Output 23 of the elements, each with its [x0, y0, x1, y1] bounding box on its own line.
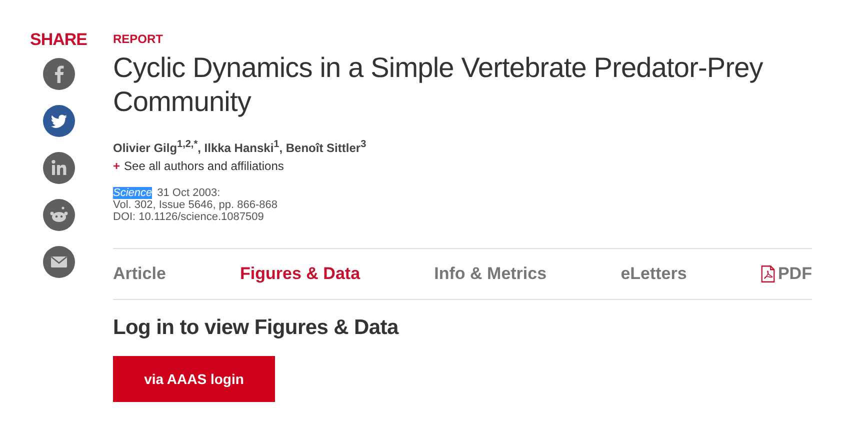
bird-icon[interactable] — [42, 105, 74, 137]
login-button[interactable]: via AAAS login — [113, 356, 275, 402]
login-heading: Log in to view Figures & Data — [113, 316, 398, 340]
publication-date: 31 Oct 2003: — [157, 187, 220, 199]
in-icon[interactable] — [42, 152, 74, 184]
journal-name: Science — [113, 187, 152, 199]
tab[interactable]: eLetters — [620, 264, 687, 284]
doi-text: DOI: 10.1126/science.1087509 — [113, 211, 265, 223]
tab[interactable]: Article — [113, 264, 166, 284]
tab[interactable]: Figures & Data — [240, 264, 360, 284]
f-icon[interactable] — [42, 58, 74, 90]
tab[interactable]: PDF — [760, 264, 812, 284]
tab[interactable]: Info & Metrics — [434, 264, 547, 284]
author-list: Olivier Gilg$^{1,2,*}$, Ilkka Hanski$^{1}$, Benoît Sittler$^{3}$ — [113, 139, 366, 155]
mail-icon[interactable] — [42, 246, 74, 278]
pdf-icon — [760, 265, 775, 283]
alien-icon[interactable] — [42, 199, 74, 231]
affiliations-link[interactable]: See all authors and affiliations — [124, 159, 284, 173]
volume-info: Vol. 302, Issue 5646, pp. 866-868 — [113, 199, 278, 211]
article-title: Cyclic Dynamics in a Simple Vertebrate Predator-Prey Community — [113, 51, 764, 119]
share-label: SHARE — [30, 30, 87, 50]
article-type: REPORT — [113, 32, 164, 46]
expand-toggle[interactable]: + — [113, 159, 120, 173]
